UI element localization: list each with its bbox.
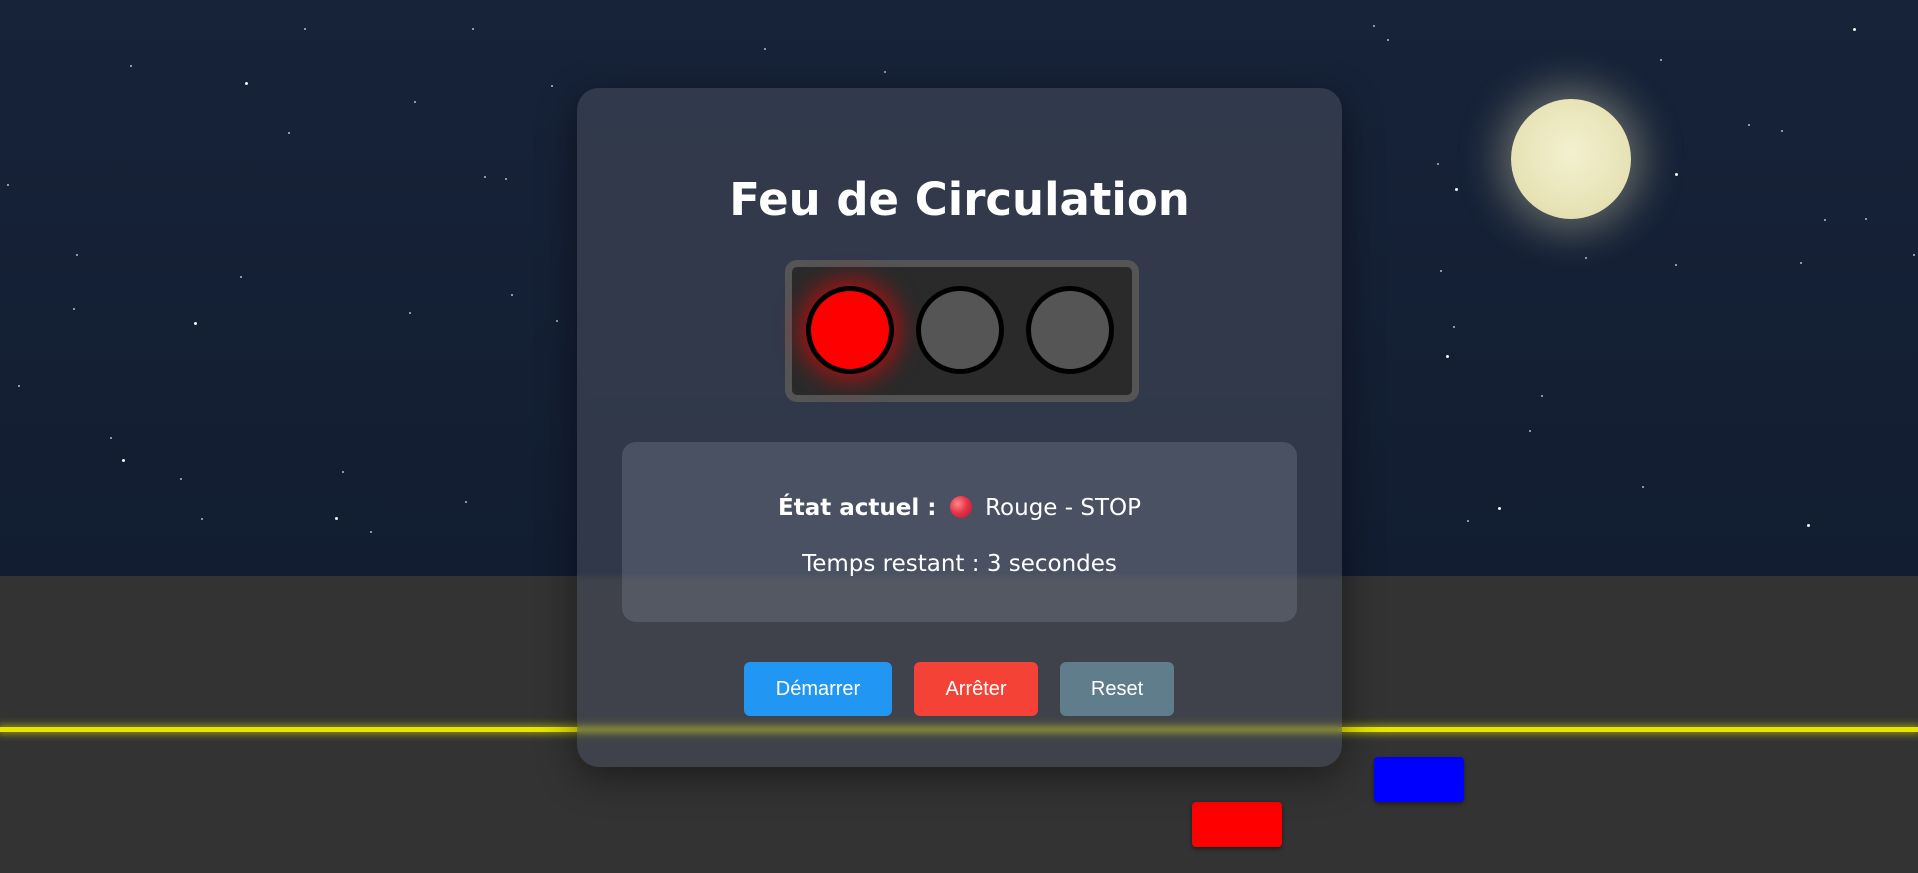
star	[288, 132, 290, 134]
star	[7, 184, 9, 186]
star	[1675, 264, 1677, 266]
start-button[interactable]: Démarrer	[744, 662, 892, 716]
star	[304, 28, 306, 30]
star	[764, 48, 766, 50]
car-red	[1192, 802, 1282, 847]
star	[370, 531, 372, 533]
star	[551, 85, 553, 87]
red-lamp	[806, 286, 894, 374]
star	[472, 28, 474, 30]
star	[110, 437, 112, 439]
star	[1913, 254, 1915, 256]
green-lamp	[1026, 286, 1114, 374]
traffic-light	[785, 260, 1139, 402]
traffic-light-card: Feu de Circulation État actuel : Rouge -…	[577, 88, 1342, 767]
car-blue	[1374, 757, 1464, 802]
yellow-lamp	[916, 286, 1004, 374]
star	[1529, 430, 1531, 432]
star	[505, 178, 507, 180]
star	[1807, 524, 1810, 527]
reset-button[interactable]: Reset	[1060, 662, 1174, 716]
star	[484, 176, 486, 178]
star	[180, 478, 182, 480]
star	[245, 82, 248, 85]
star	[342, 471, 344, 473]
star	[73, 308, 75, 310]
star	[1440, 270, 1442, 272]
star	[1660, 59, 1662, 61]
control-buttons: Démarrer Arrêter Reset	[577, 662, 1342, 716]
star	[130, 65, 132, 67]
status-panel: État actuel : Rouge - STOP Temps restant…	[622, 442, 1297, 622]
star	[1446, 355, 1449, 358]
current-state-label: État actuel :	[778, 495, 937, 521]
star	[1387, 39, 1389, 41]
star	[1800, 262, 1802, 264]
page-title: Feu de Circulation	[729, 173, 1190, 226]
star	[18, 385, 20, 387]
star	[1541, 395, 1543, 397]
star	[335, 517, 338, 520]
star	[1467, 520, 1469, 522]
star	[511, 294, 513, 296]
star	[409, 312, 411, 314]
star	[122, 459, 125, 462]
star	[76, 254, 78, 256]
star	[1824, 219, 1826, 221]
star	[1865, 218, 1867, 220]
star	[240, 276, 242, 278]
star	[1455, 188, 1458, 191]
star	[556, 320, 558, 322]
star	[1585, 257, 1587, 259]
moon-icon	[1511, 99, 1631, 219]
star	[194, 322, 197, 325]
star	[1437, 163, 1439, 165]
time-remaining: Temps restant : 3 secondes	[802, 551, 1117, 577]
current-state-value: Rouge - STOP	[985, 495, 1141, 521]
night-scene: Feu de Circulation État actuel : Rouge -…	[0, 0, 1918, 873]
star	[1748, 124, 1750, 126]
star	[1453, 326, 1455, 328]
current-state: État actuel : Rouge - STOP	[622, 492, 1297, 524]
star	[414, 101, 416, 103]
star	[1853, 28, 1856, 31]
star	[884, 71, 886, 73]
star	[1781, 130, 1783, 132]
star	[201, 518, 203, 520]
star	[1498, 507, 1501, 510]
red-circle-icon	[949, 496, 972, 518]
star	[1642, 486, 1644, 488]
star	[1373, 25, 1375, 27]
star	[465, 501, 467, 503]
stop-button[interactable]: Arrêter	[914, 662, 1038, 716]
star	[1675, 173, 1678, 176]
